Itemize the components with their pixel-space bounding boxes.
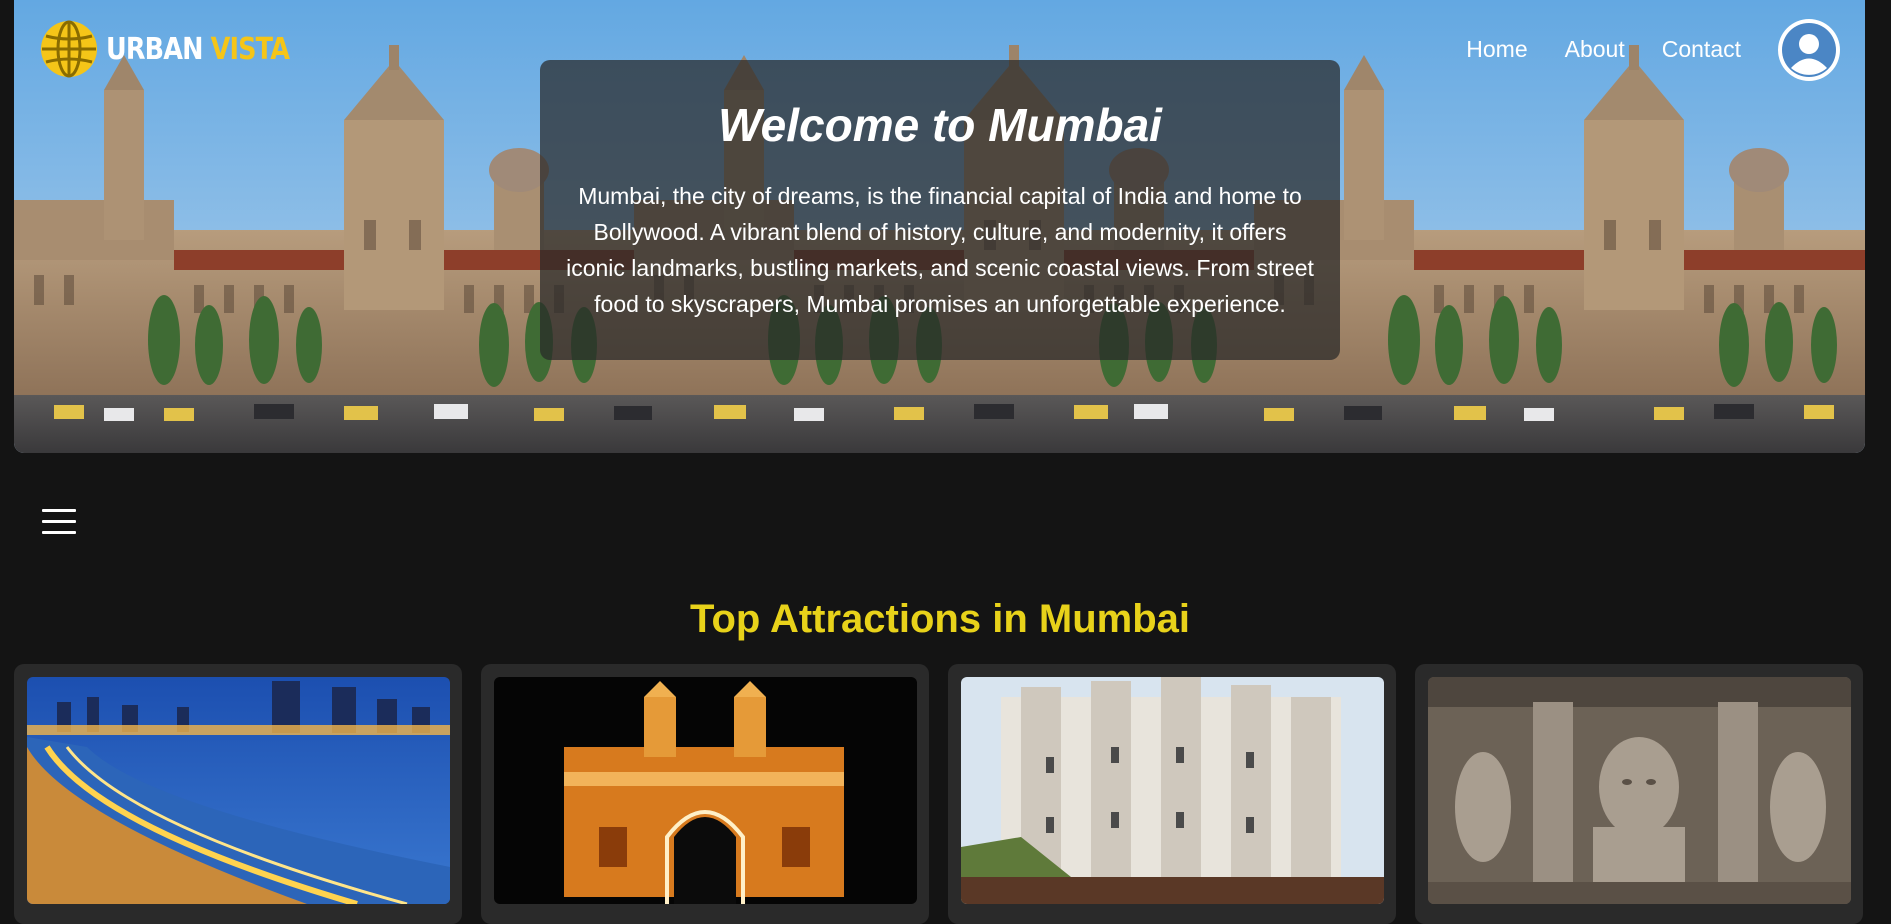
marine-drive-photo — [27, 677, 450, 904]
globe-icon — [41, 20, 97, 78]
brand-name: URBAN VISTA — [106, 31, 290, 67]
attraction-card[interactable] — [1415, 664, 1863, 924]
gateway-of-india-photo — [494, 677, 917, 904]
section-title: Top Attractions in Mumbai — [690, 597, 1190, 641]
nav-home-link[interactable]: Home — [1466, 36, 1527, 63]
elephanta-caves-photo — [1428, 677, 1851, 904]
brand-logo[interactable]: URBAN VISTA — [40, 20, 321, 78]
menu-toggle-icon[interactable] — [42, 509, 76, 535]
attraction-card[interactable] — [481, 664, 929, 924]
user-icon — [1782, 23, 1836, 77]
brand-name-part2: VISTA — [210, 31, 290, 67]
hero-description: Mumbai, the city of dreams, is the finan… — [566, 183, 1314, 317]
nav-contact-link[interactable]: Contact — [1662, 36, 1741, 63]
attraction-card[interactable] — [14, 664, 462, 924]
main-nav: Home About Contact — [1466, 36, 1741, 63]
user-profile-button[interactable] — [1778, 19, 1840, 81]
siddhivinayak-temple-photo — [961, 677, 1384, 904]
hero-banner: URBAN VISTA Home About Contact Welcome t… — [14, 0, 1865, 453]
welcome-overlay: Welcome to Mumbai Mumbai, the city of dr… — [540, 60, 1340, 360]
attraction-card[interactable] — [948, 664, 1396, 924]
nav-about-link[interactable]: About — [1565, 36, 1625, 63]
brand-name-part1: URBAN — [106, 31, 203, 67]
hero-title: Welcome to Mumbai — [718, 99, 1162, 151]
